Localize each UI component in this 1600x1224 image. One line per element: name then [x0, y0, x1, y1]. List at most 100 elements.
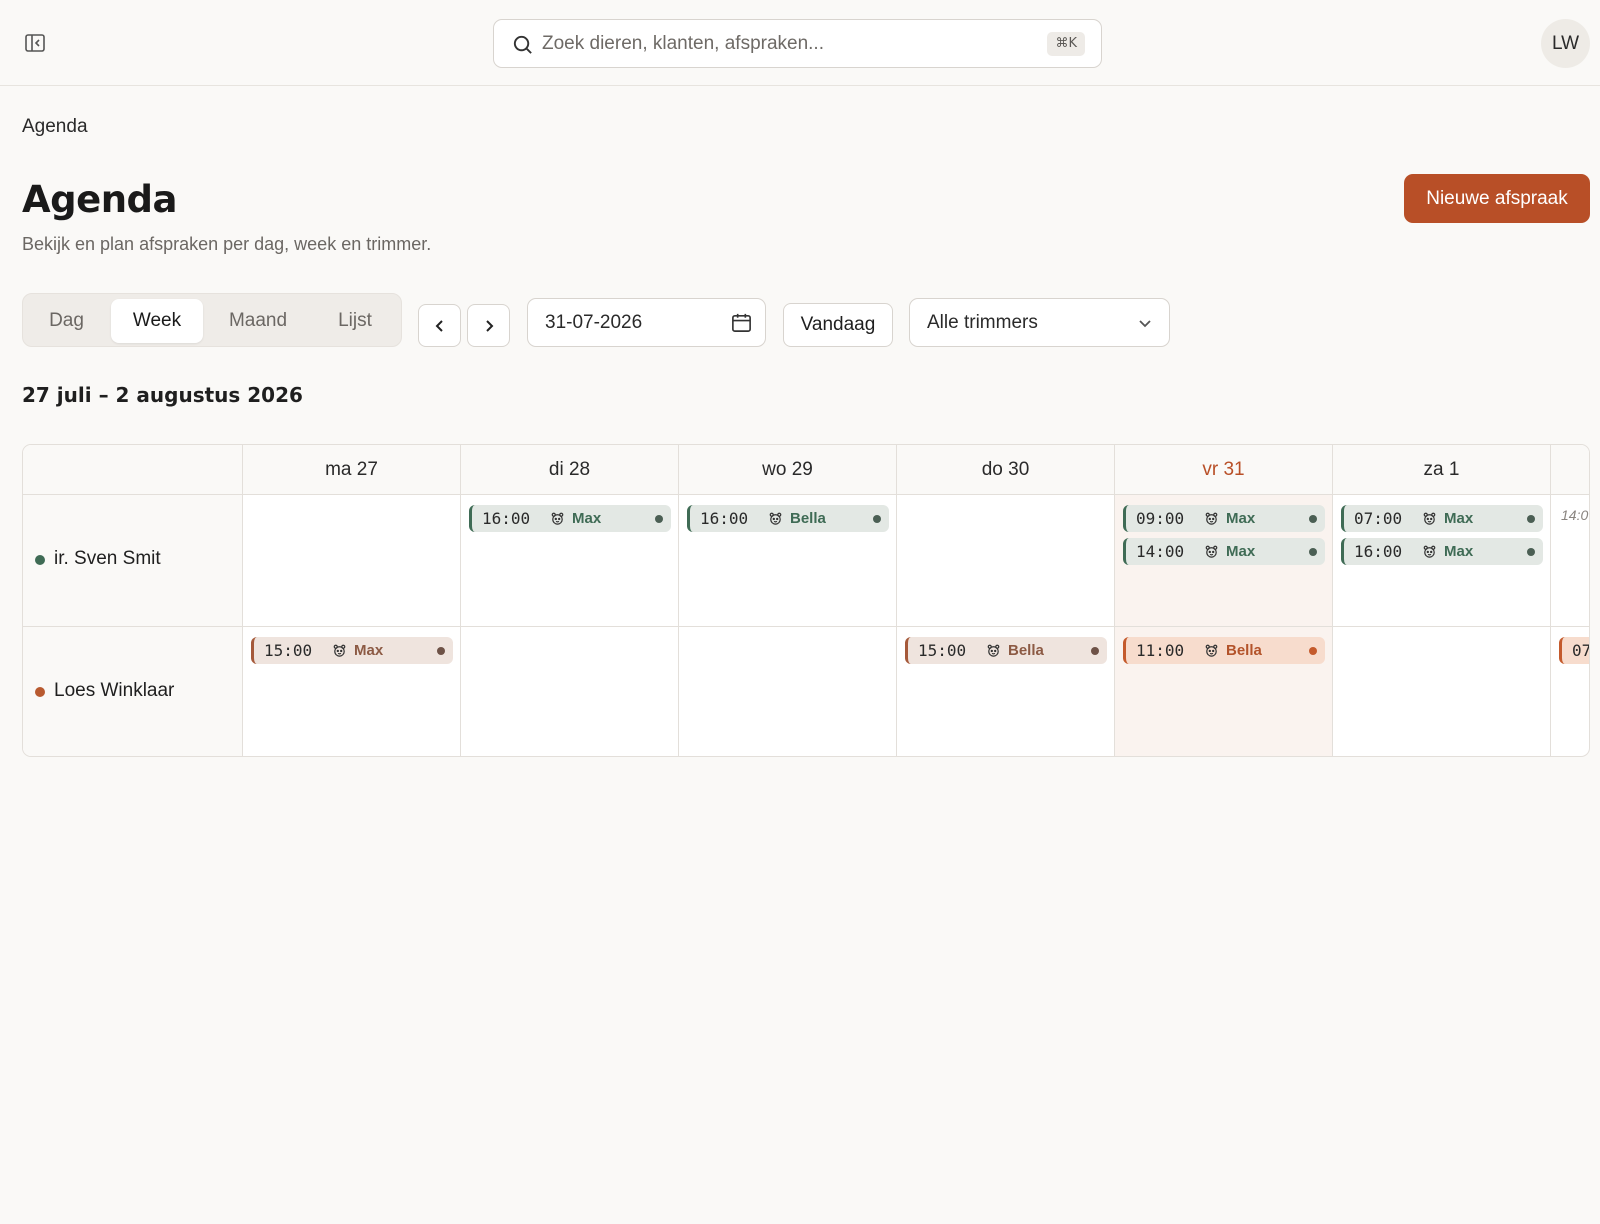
appointment-chip[interactable]: 16:00 Max — [469, 505, 671, 532]
date-picker[interactable]: 31-07-2026 — [527, 298, 766, 347]
chevron-down-icon — [1139, 320, 1151, 328]
view-switcher: Dag Week Maand Lijst — [22, 293, 402, 347]
trimmer-color-dot — [35, 555, 45, 565]
pet-face-icon — [986, 643, 1001, 658]
trimmer-filter-select[interactable]: Alle trimmers — [909, 298, 1170, 347]
pet-face-icon — [1204, 643, 1219, 658]
pet-face-icon — [1422, 544, 1437, 559]
trimmer-row: ir. Sven Smit 16:00 Max 16:00 Bella 09:00 Max 1… — [23, 495, 1589, 626]
appointment-pet-name: Max — [1444, 510, 1474, 527]
calendar-cell[interactable] — [678, 627, 896, 756]
appointment-chip[interactable]: 15:00 Bella — [905, 637, 1107, 664]
pet-face-icon — [550, 511, 565, 526]
appointment-time: 14:00 — [1136, 542, 1185, 561]
trimmer-row: Loes Winklaar 15:00 Max 15:00 Bella 11:00 Bell… — [23, 626, 1590, 756]
sidebar-toggle-icon[interactable] — [24, 32, 46, 54]
date-value: 31-07-2026 — [545, 312, 643, 333]
appointment-status-dot — [1091, 647, 1099, 655]
pet-face-icon — [1204, 511, 1219, 526]
trimmer-color-dot — [35, 687, 45, 697]
appointment-chip[interactable]: 07:00 Max — [1341, 505, 1543, 532]
calendar-icon[interactable] — [730, 311, 753, 334]
pet-face-icon — [1204, 544, 1219, 559]
appointment-chip[interactable]: 11:00 Bella — [1123, 637, 1325, 664]
search-input[interactable] — [542, 28, 1022, 60]
calendar-cell[interactable]: 07 — [1550, 627, 1590, 756]
appointment-status-dot — [655, 515, 663, 523]
calendar-cell[interactable]: 16:00 Bella — [678, 495, 896, 626]
trimmer-name: Loes Winklaar — [54, 680, 175, 701]
calendar-cell[interactable]: 11:00 Bella — [1114, 627, 1332, 756]
appointment-chip[interactable]: 16:00 Max — [1341, 538, 1543, 565]
day-header: za 1 — [1332, 445, 1550, 495]
search-icon — [513, 35, 532, 54]
trimmer-name: ir. Sven Smit — [54, 548, 161, 569]
page-subtitle: Bekijk en plan afspraken per dag, week e… — [22, 234, 432, 254]
pet-face-icon — [332, 643, 347, 658]
appointment-time: 07 — [1572, 641, 1590, 660]
calendar-header: ma 27 di 28 wo 29 do 30 vr 31 za 1 — [23, 445, 1589, 495]
appointment-chip[interactable]: 09:00 Max — [1123, 505, 1325, 532]
chevron-left-icon — [435, 320, 443, 332]
calendar-cell[interactable]: 15:00 Max — [242, 627, 460, 756]
calendar-cell[interactable] — [242, 495, 460, 626]
appointment-time: 16:00 — [482, 509, 531, 528]
global-search[interactable]: ⌘K — [493, 19, 1102, 68]
day-header: di 28 — [460, 445, 678, 495]
appointment-pet-name: Max — [354, 642, 384, 659]
trimmer-filter-value: Alle trimmers — [927, 312, 1038, 333]
tab-day[interactable]: Dag — [28, 299, 105, 343]
calendar-cell[interactable]: 16:00 Max — [460, 495, 678, 626]
appointment-chip[interactable]: 16:00 Bella — [687, 505, 889, 532]
appointment-status-dot — [437, 647, 445, 655]
page-title: Agenda — [22, 178, 178, 221]
calendar-cell[interactable]: 14:0 — [1550, 495, 1589, 626]
search-shortcut-badge: ⌘K — [1047, 32, 1085, 56]
appointment-status-dot — [1309, 548, 1317, 556]
tab-week[interactable]: Week — [111, 299, 203, 343]
calendar-cell[interactable] — [460, 627, 678, 756]
new-appointment-button[interactable]: Nieuwe afspraak — [1404, 174, 1590, 223]
appointment-status-dot — [1309, 647, 1317, 655]
tab-month[interactable]: Maand — [209, 299, 307, 343]
user-avatar[interactable]: LW — [1541, 19, 1590, 68]
day-header: ma 27 — [242, 445, 460, 495]
chevron-right-icon — [486, 320, 494, 332]
appointment-pet-name: Bella — [1226, 642, 1262, 659]
appointment-time: 09:00 — [1136, 509, 1185, 528]
pet-face-icon — [1422, 511, 1437, 526]
week-calendar: ma 27 di 28 wo 29 do 30 vr 31 za 1 ir. Sven S… — [22, 444, 1590, 757]
appointment-status-dot — [1527, 548, 1535, 556]
breadcrumb: Agenda — [22, 116, 88, 137]
today-button[interactable]: Vandaag — [783, 303, 893, 347]
pet-face-icon — [768, 511, 783, 526]
date-range-title: 27 juli – 2 augustus 2026 — [22, 383, 303, 407]
trimmer-label: ir. Sven Smit — [23, 495, 242, 626]
appointment-pet-name: Max — [572, 510, 602, 527]
calendar-cell[interactable]: 09:00 Max 14:00 Max — [1114, 495, 1332, 626]
appointment-chip[interactable]: 07 — [1559, 637, 1590, 664]
appointment-chip[interactable]: 15:00 Max — [251, 637, 453, 664]
next-week-button[interactable] — [467, 304, 510, 347]
top-bar: ⌘K LW — [0, 0, 1600, 86]
day-header: wo 29 — [678, 445, 896, 495]
appointment-pet-name: Max — [1226, 510, 1256, 527]
previous-week-button[interactable] — [418, 304, 461, 347]
calendar-cell[interactable] — [1332, 627, 1550, 756]
appointment-status-dot — [1527, 515, 1535, 523]
appointment-time: 16:00 — [700, 509, 749, 528]
appointment-chip[interactable]: 14:00 Max — [1123, 538, 1325, 565]
appointment-pet-name: Bella — [790, 510, 826, 527]
appointment-status-dot — [1309, 515, 1317, 523]
day-header: do 30 — [896, 445, 1114, 495]
appointment-pet-name: Max — [1226, 543, 1256, 560]
overflow-appointment-time[interactable]: 14:0 — [1561, 507, 1588, 523]
calendar-cell[interactable]: 07:00 Max 16:00 Max — [1332, 495, 1550, 626]
appointment-time: 16:00 — [1354, 542, 1403, 561]
trimmer-label: Loes Winklaar — [23, 627, 242, 756]
calendar-cell[interactable]: 15:00 Bella — [896, 627, 1114, 756]
appointment-pet-name: Max — [1444, 543, 1474, 560]
appointment-time: 07:00 — [1354, 509, 1403, 528]
tab-list[interactable]: Lijst — [313, 299, 397, 343]
calendar-cell[interactable] — [896, 495, 1114, 626]
